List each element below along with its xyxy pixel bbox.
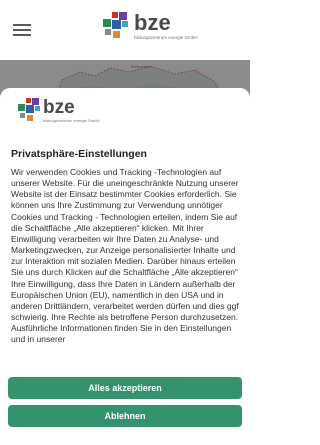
- consent-body-text: Wir verwenden Cookies und Tracking -Tech…: [11, 167, 239, 345]
- logo-tagline: bildungszentrum energie GmbH: [134, 35, 198, 40]
- consent-logo: bze bildungszentrum energie GmbH: [18, 98, 99, 124]
- consent-logo-wordmark: bze: [43, 97, 75, 118]
- accept-all-button[interactable]: Alles akzeptieren: [8, 377, 242, 399]
- logo-mark-icon: [103, 12, 131, 42]
- site-header: bze bildungszentrum energie GmbH: [0, 0, 250, 60]
- consent-title: Privatsphäre-Einstellungen: [11, 148, 147, 160]
- hamburger-menu-icon[interactable]: [13, 24, 31, 36]
- site-logo[interactable]: bze bildungszentrum energie GmbH: [103, 12, 198, 42]
- reject-button[interactable]: Ablehnen: [8, 405, 242, 427]
- logo-wordmark: bze: [134, 10, 171, 35]
- privacy-consent-dialog: bze bildungszentrum energie GmbH Privats…: [0, 88, 250, 445]
- logo-mark-icon: [18, 98, 40, 124]
- consent-logo-tagline: bildungszentrum energie GmbH: [43, 118, 100, 123]
- scroll-fade: [0, 360, 250, 374]
